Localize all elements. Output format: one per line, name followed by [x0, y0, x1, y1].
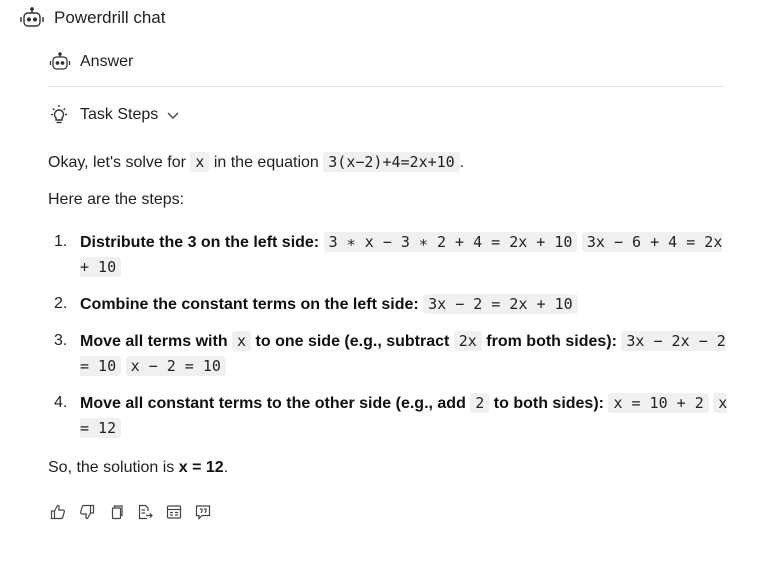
- step-title-text: Move all constant terms to the other sid…: [80, 395, 471, 412]
- inline-code: 3(x−2)+4=2x+10: [323, 152, 460, 172]
- list-item: 1. Distribute the 3 on the left side: 3 …: [48, 230, 728, 280]
- step-title: Combine the constant terms on the left s…: [80, 296, 419, 313]
- steps-list: 1. Distribute the 3 on the left side: 3 …: [48, 230, 728, 441]
- task-steps-label: Task Steps: [80, 106, 159, 123]
- steps-intro: Here are the steps:: [48, 191, 185, 208]
- step-title-text: from both sides):: [481, 333, 617, 350]
- conclusion: So, the solution is x = 12.: [48, 456, 728, 480]
- step-title-text: to one side (e.g., subtract: [251, 333, 454, 350]
- export-icon[interactable]: [137, 504, 153, 520]
- quote-icon[interactable]: [195, 504, 211, 520]
- message-actions: [50, 504, 224, 520]
- step-title-text: to both sides):: [489, 395, 604, 412]
- answer-content: Okay, let's solve for x in the equation …: [48, 150, 728, 480]
- robot-icon: [19, 7, 45, 29]
- inline-code: x: [190, 152, 210, 172]
- task-steps-toggle[interactable]: Task Steps: [48, 104, 180, 126]
- step-number: 1.: [54, 233, 68, 250]
- inline-code: 2: [470, 393, 490, 413]
- inline-code: x: [232, 331, 252, 351]
- intro-text: Okay, let's solve for: [48, 154, 191, 171]
- step-title: Distribute the 3 on the left side:: [80, 234, 320, 251]
- inline-code: 3 ∗ x − 3 ∗ 2 + 4 = 2x + 10: [323, 232, 578, 252]
- inline-code: 3x − 2 = 2x + 10: [423, 294, 578, 314]
- chat-header: Powerdrill chat: [19, 6, 166, 30]
- inline-code: x = 10 + 2: [608, 393, 709, 413]
- thumbs-down-icon[interactable]: [79, 504, 95, 520]
- intro-text: .: [459, 154, 465, 171]
- list-item: 4. Move all constant terms to the other …: [48, 391, 728, 441]
- divider: [48, 86, 725, 87]
- step-number: 2.: [54, 295, 68, 312]
- robot-icon: [48, 52, 72, 72]
- answer-heading: Answer: [48, 52, 133, 72]
- chat-title: Powerdrill chat: [54, 8, 166, 27]
- answer-label: Answer: [80, 53, 134, 70]
- intro-paragraph: Okay, let's solve for x in the equation …: [48, 150, 728, 175]
- step-number: 4.: [54, 394, 68, 411]
- step-title: Move all constant terms to the other sid…: [80, 393, 604, 413]
- chevron-down-icon: [166, 108, 180, 122]
- document-icon[interactable]: [166, 504, 182, 520]
- list-item: 2. Combine the constant terms on the lef…: [48, 292, 728, 317]
- intro-text: in the equation: [209, 154, 324, 171]
- conclusion-text: .: [223, 459, 229, 476]
- solution-value: x = 12: [178, 459, 224, 476]
- inline-code: x − 2 = 10: [125, 356, 226, 376]
- inline-code: 2x: [453, 331, 482, 351]
- step-number: 3.: [54, 332, 68, 349]
- copy-icon[interactable]: [108, 504, 124, 520]
- thumbs-up-icon[interactable]: [50, 504, 66, 520]
- lightbulb-icon: [48, 104, 70, 126]
- list-item: 3. Move all terms with x to one side (e.…: [48, 329, 728, 379]
- step-title: Move all terms with x to one side (e.g.,…: [80, 331, 617, 351]
- conclusion-text: So, the solution is: [48, 459, 179, 476]
- step-title-text: Move all terms with: [80, 333, 233, 350]
